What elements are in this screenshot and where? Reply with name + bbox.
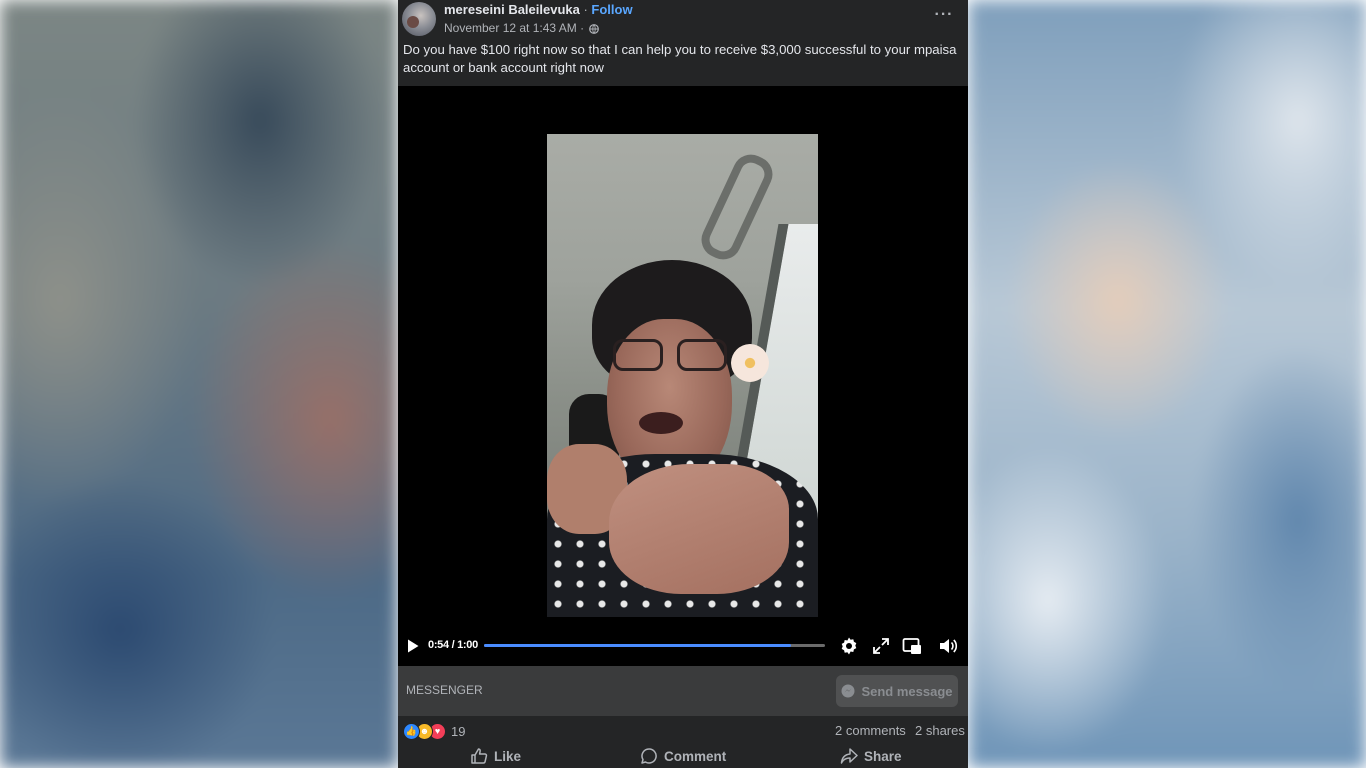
facebook-post: mereseini Baleilevuka · Follow November … (398, 0, 968, 768)
author-line: mereseini Baleilevuka · Follow (444, 2, 633, 17)
blurred-background-right (968, 0, 1366, 768)
video-controls: 0:54 / 1:00 (398, 633, 968, 659)
pip-icon[interactable] (902, 636, 922, 656)
send-message-label: Send message (861, 683, 953, 699)
send-message-button[interactable]: Send message (836, 675, 958, 707)
messenger-label: MESSENGER (406, 683, 483, 697)
comment-label: Comment (664, 748, 727, 764)
messenger-bar: MESSENGER Send message (398, 666, 968, 716)
like-button[interactable]: Like (470, 746, 521, 766)
separator-dot: · (579, 2, 592, 17)
messenger-icon (841, 684, 855, 698)
video-time: 0:54 / 1:00 (428, 639, 478, 651)
volume-icon[interactable] (938, 636, 958, 656)
grab-handle (695, 148, 779, 266)
post-timestamp[interactable]: November 12 at 1:43 AM (444, 21, 577, 35)
more-options-button[interactable]: ··· (930, 4, 958, 28)
actions-row: Like Comment Share (398, 744, 968, 768)
reactions-row: 👍 ☻ ♥ 19 2 comments 2 shares (398, 720, 968, 742)
share-button[interactable]: Share (840, 746, 902, 766)
globe-icon (589, 23, 600, 34)
reaction-icons[interactable]: 👍 ☻ ♥ (403, 723, 451, 740)
share-label: Share (864, 748, 902, 764)
post-text: Do you have $100 right now so that I can… (403, 42, 957, 75)
shares-count[interactable]: 2 shares (915, 723, 965, 738)
person-mouth (639, 412, 683, 434)
video-player[interactable]: 0:54 / 1:00 (398, 86, 968, 666)
progress-bar[interactable] (484, 644, 825, 647)
play-icon[interactable] (406, 638, 420, 654)
blurred-background-left (0, 0, 398, 768)
share-icon (840, 748, 858, 764)
post-meta: November 12 at 1:43 AM · (444, 21, 600, 35)
author-avatar[interactable] (402, 2, 436, 36)
comment-icon (641, 748, 657, 764)
fullscreen-icon[interactable] (871, 636, 891, 656)
meta-separator: · (576, 21, 588, 35)
right-hand (609, 464, 789, 594)
comments-count[interactable]: 2 comments (835, 723, 906, 738)
hair-flower (731, 344, 769, 382)
post-header: mereseini Baleilevuka · Follow November … (398, 0, 968, 86)
follow-link[interactable]: Follow (591, 2, 632, 17)
progress-fill (484, 644, 791, 647)
like-reaction-icon: 👍 (403, 723, 420, 740)
reaction-count[interactable]: 19 (451, 724, 465, 739)
author-name[interactable]: mereseini Baleilevuka (444, 2, 580, 17)
comment-button[interactable]: Comment (640, 746, 726, 766)
like-label: Like (494, 748, 522, 764)
settings-icon[interactable] (839, 636, 859, 656)
person-glasses (613, 339, 731, 375)
video-frame[interactable] (547, 134, 818, 617)
thumbs-up-icon (471, 748, 488, 764)
